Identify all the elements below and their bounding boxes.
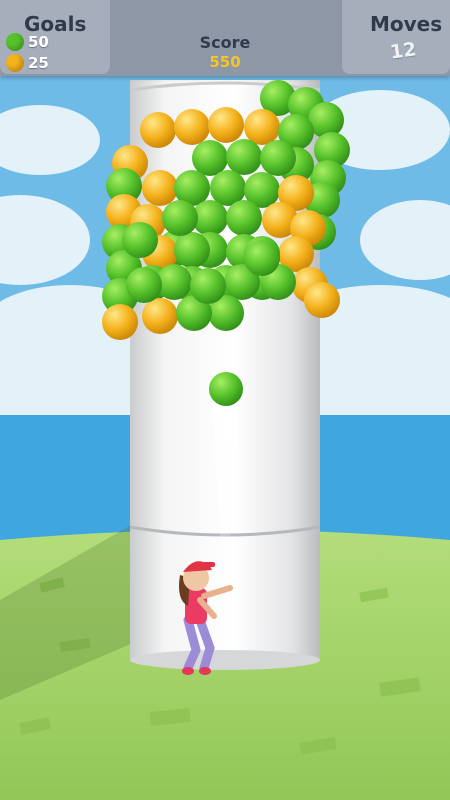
- yellow-ball: [244, 109, 280, 145]
- green-ball: [174, 232, 210, 268]
- green-ball: [126, 267, 162, 303]
- green-ball: [260, 140, 296, 176]
- game-scene[interactable]: [0, 0, 450, 800]
- moves-panel: Moves 12: [342, 0, 450, 74]
- moves-value: 12: [388, 38, 418, 64]
- yellow-ball: [102, 304, 138, 340]
- green-ball: [244, 240, 280, 276]
- green-ball: [226, 200, 262, 236]
- yellow-ball: [174, 109, 210, 145]
- yellow-ball: [142, 170, 178, 206]
- yellow-ball: [142, 298, 178, 334]
- green-ball: [226, 139, 262, 175]
- green-ball: [122, 222, 158, 258]
- shot-ball[interactable]: [209, 372, 243, 406]
- moves-label: Moves: [370, 12, 443, 36]
- yellow-ball: [304, 282, 340, 318]
- yellow-ball: [140, 112, 176, 148]
- green-ball: [162, 200, 198, 236]
- top-hud: Goals 50 25 Score 550 Moves 12: [0, 0, 450, 76]
- green-ball: [192, 140, 228, 176]
- yellow-ball: [208, 107, 244, 143]
- green-ball: [190, 268, 226, 304]
